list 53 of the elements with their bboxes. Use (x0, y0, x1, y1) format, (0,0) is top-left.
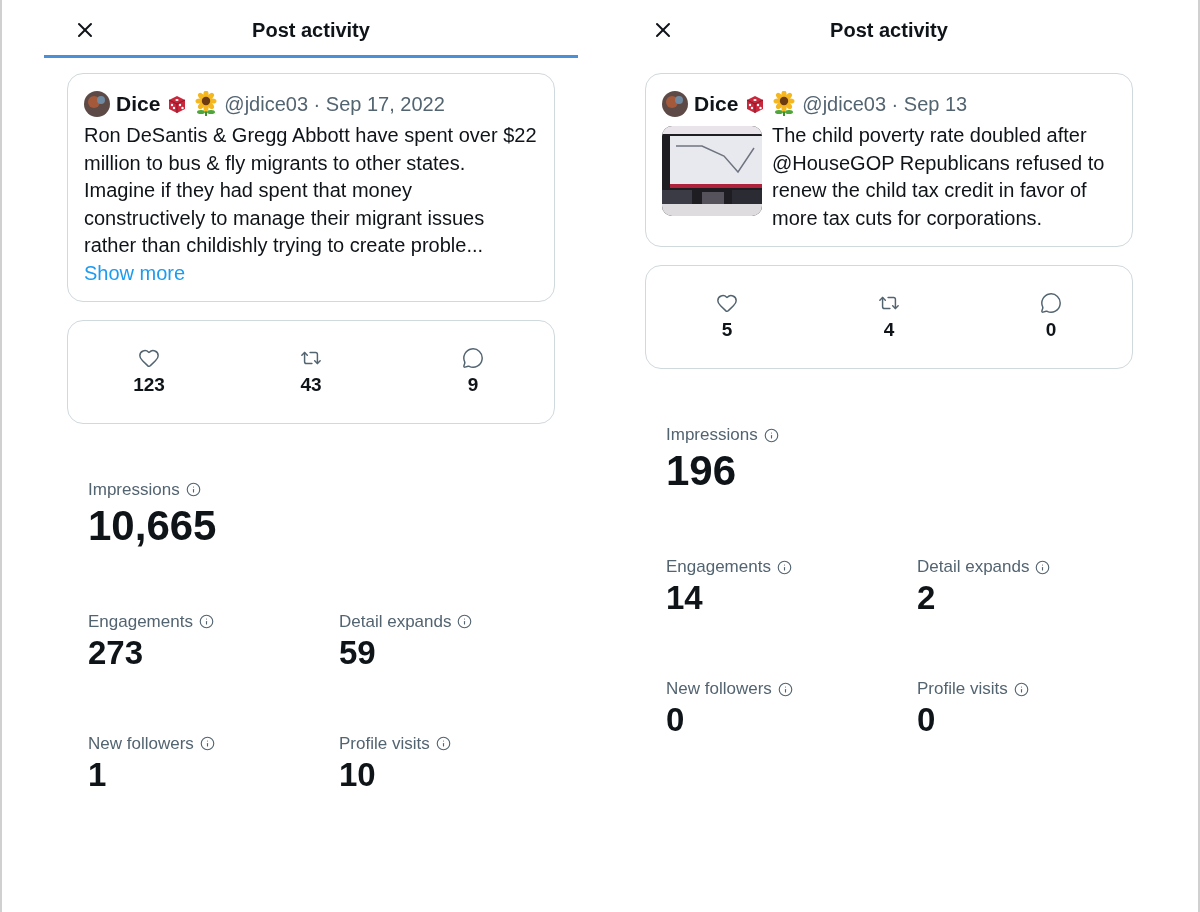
info-icon[interactable] (198, 614, 214, 629)
stat-value: 1 (88, 754, 108, 795)
speech-bubble-icon (1040, 292, 1062, 314)
speech-bubble-icon (462, 346, 484, 369)
stat-label: Detail expands (917, 556, 1030, 578)
stat-value: 59 (339, 632, 377, 673)
stat-label: Detail expands (339, 610, 452, 633)
info-icon[interactable] (1013, 681, 1029, 697)
post-meta: @jdice03 · Sep 13 (802, 92, 968, 117)
info-icon[interactable] (185, 482, 201, 497)
avatar[interactable] (662, 91, 688, 117)
info-icon[interactable] (777, 681, 793, 697)
avatar[interactable] (84, 91, 110, 117)
heart-icon (716, 292, 738, 314)
author-name[interactable]: Dice (116, 88, 161, 120)
sunflower-icon (772, 91, 797, 117)
info-icon[interactable] (199, 736, 215, 751)
post-card[interactable]: Dice @jdice03 · Sep 13 The child poverty rate doubled after @HouseGOP Republicans refused to renew the child tax credit in favor of more tax cuts for corporations. (645, 73, 1133, 247)
metric-count: 0 (1045, 318, 1057, 342)
stat-value: 2 (917, 578, 937, 618)
stat-label: New followers (88, 732, 194, 755)
stat-label: Profile visits (339, 732, 430, 755)
stat-value: 10,665 (88, 500, 218, 551)
stat-label: Impressions (88, 478, 180, 501)
stat-value: 10 (339, 754, 377, 795)
stat-label: Engagements (666, 556, 771, 578)
page-title: Post activity (252, 17, 370, 43)
post-text: The child poverty rate doubled after @HouseGOP Republicans refused to renew the child tax credit in favor of more tax cuts for corporations. (772, 123, 1106, 231)
info-icon[interactable] (763, 427, 779, 443)
metric-count: 123 (133, 372, 165, 397)
stat-label: New followers (666, 678, 772, 700)
stat-value: 0 (666, 700, 686, 740)
stat-label: Engagements (88, 610, 193, 633)
info-icon[interactable] (1035, 559, 1051, 575)
sunflower-icon (194, 91, 219, 117)
post-card[interactable] (67, 73, 555, 302)
page-title: Post activity (830, 17, 948, 43)
stat-value: 196 (666, 446, 738, 496)
info-icon[interactable] (776, 559, 792, 575)
info-icon[interactable] (435, 736, 451, 751)
stat-label: Impressions (666, 424, 758, 446)
author-name[interactable]: Dice (694, 88, 739, 120)
post-text: Ron DeSantis & Gregg Abbott have spent over $22 million to bus & fly migrants to other states. Imagine if they had spent that money constructively to manage their migrant issues rather than childishly trying to create proble... (84, 123, 538, 258)
stat-value: 273 (88, 632, 145, 673)
metric-count: 43 (300, 372, 322, 397)
stat-value: 0 (917, 700, 937, 740)
metric-count: 4 (883, 318, 895, 342)
metric-count: 9 (467, 372, 479, 397)
stat-value: 14 (666, 578, 704, 618)
post-meta: @jdice03 · Sep 17, 2022 (224, 92, 445, 117)
stat-label: Profile visits (917, 678, 1008, 700)
metric-count: 5 (721, 318, 733, 342)
info-icon[interactable] (457, 614, 473, 629)
